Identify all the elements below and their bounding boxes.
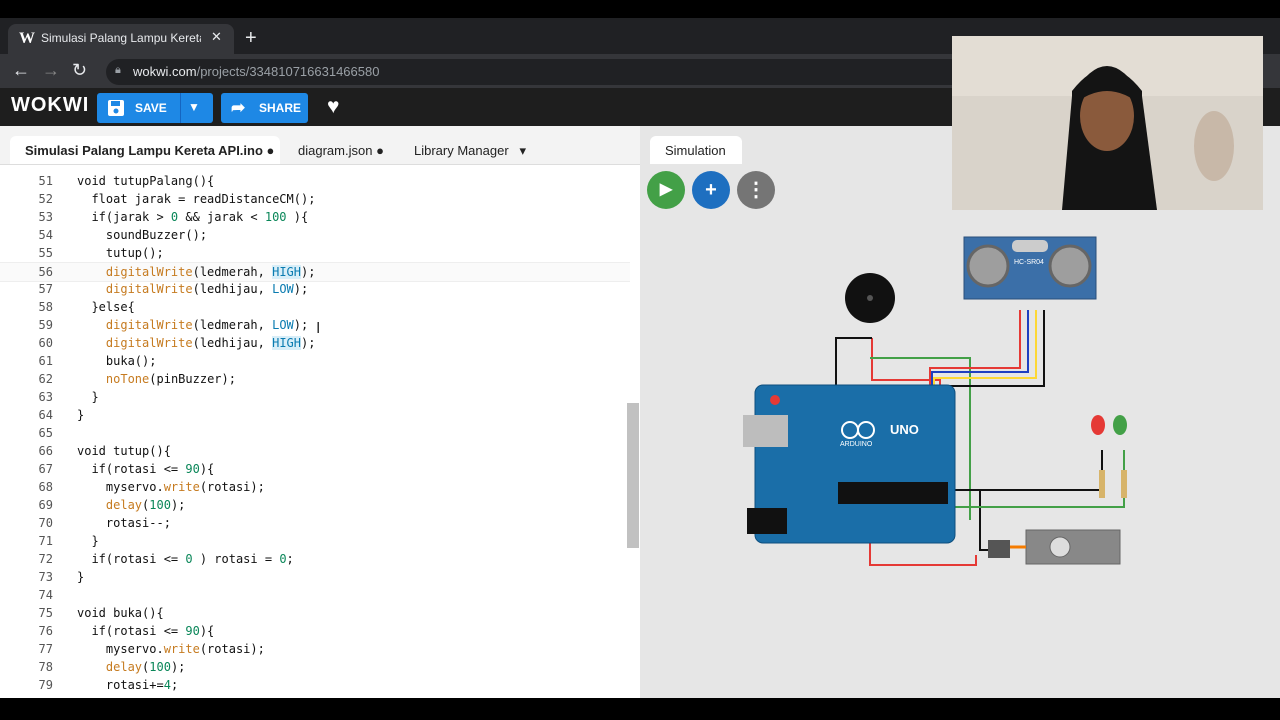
share-label: SHARE bbox=[259, 101, 302, 115]
add-part-button[interactable]: + bbox=[692, 171, 730, 209]
sensor-label: HC-SR04 bbox=[1014, 259, 1044, 266]
floppy-disk-icon bbox=[108, 100, 124, 116]
board-label: UNO bbox=[890, 422, 919, 437]
code-line: 61 buka(); bbox=[38, 354, 157, 368]
back-arrow-icon[interactable]: ← bbox=[12, 60, 30, 81]
board-brand: ARDUINO bbox=[840, 441, 873, 448]
code-line: 75 void buka(){ bbox=[38, 606, 164, 620]
ultrasonic-sensor[interactable]: HC-SR04 bbox=[963, 236, 1097, 300]
code-line: 66 void tutup(){ bbox=[38, 444, 171, 458]
code-line: 55 tutup(); bbox=[38, 246, 164, 260]
play-button[interactable]: ▶ bbox=[647, 171, 685, 209]
tab-library-manager[interactable]: Library Manager ▾ bbox=[414, 143, 526, 159]
code-line: 76 if(rotasi <= 90){ bbox=[38, 624, 215, 638]
tab-ino-label: Simulasi Palang Lampu Kereta API.ino ● bbox=[25, 143, 275, 158]
url-text: wokwi.com/projects/334810716631466580 bbox=[133, 64, 380, 79]
code-line: 64} bbox=[38, 408, 85, 422]
tab-diagram-json[interactable]: diagram.json ● bbox=[298, 143, 384, 158]
code-line: 68 myservo.write(rotasi); bbox=[38, 480, 265, 494]
heart-icon[interactable]: ♥ bbox=[327, 95, 339, 119]
webcam-overlay bbox=[952, 36, 1263, 210]
arduino-uno-board[interactable]: UNO ARDUINO bbox=[743, 384, 956, 544]
presenter-video bbox=[952, 36, 1263, 210]
code-line: 57 digitalWrite(ledhijau, LOW); bbox=[38, 282, 309, 296]
code-line: 70 rotasi--; bbox=[38, 516, 171, 530]
code-line: 69 delay(100); bbox=[38, 498, 186, 512]
new-tab-icon[interactable]: + bbox=[245, 27, 257, 50]
close-tab-icon[interactable]: ✕ bbox=[211, 29, 222, 45]
browser-tab-title: Simulasi Palang Lampu Kereta API bbox=[41, 31, 201, 45]
share-arrow-icon: ➦ bbox=[231, 98, 246, 117]
wokwi-logo[interactable]: WOKWI bbox=[11, 94, 89, 117]
code-line: 63 } bbox=[38, 390, 99, 404]
code-line: 71 } bbox=[38, 534, 99, 548]
wokwi-favicon-icon: W bbox=[19, 30, 35, 47]
servo-motor[interactable] bbox=[988, 529, 1121, 565]
lock-icon: 🔒︎ bbox=[115, 64, 121, 76]
code-line: 79 rotasi+=4; bbox=[38, 678, 179, 692]
circuit-diagram[interactable]: HC-SR04 UNO ARDUINO bbox=[640, 220, 1160, 590]
code-line: 51 void tutupPalang(){ bbox=[38, 174, 215, 188]
simulation-tab-label: Simulation bbox=[665, 143, 726, 158]
code-line: 53 if(jarak > 0 && jarak < 100 ){ bbox=[38, 210, 309, 224]
code-line: 60 digitalWrite(ledhijau, HIGH); bbox=[38, 336, 316, 350]
buzzer[interactable] bbox=[845, 273, 895, 323]
code-line: 67 if(rotasi <= 90){ bbox=[38, 462, 215, 476]
letterbox-bar bbox=[0, 698, 1280, 720]
code-line: 52 float jarak = readDistanceCM(); bbox=[38, 192, 316, 206]
code-line: 62 noTone(pinBuzzer); bbox=[38, 372, 236, 386]
code-line: 73} bbox=[38, 570, 85, 584]
save-label: SAVE bbox=[135, 101, 167, 115]
forward-arrow-icon[interactable]: → bbox=[42, 60, 60, 81]
code-line: 72 if(rotasi <= 0 ) rotasi = 0; bbox=[38, 552, 294, 566]
code-line: 78 delay(100); bbox=[38, 660, 186, 674]
code-line: 58 }else{ bbox=[38, 300, 135, 314]
text-cursor-icon: I bbox=[316, 320, 321, 337]
more-options-button[interactable]: ⋮ bbox=[737, 171, 775, 209]
code-line-current: 56 digitalWrite(ledmerah, HIGH); bbox=[0, 262, 630, 282]
code-line: 77 myservo.write(rotasi); bbox=[38, 642, 265, 656]
save-dropdown-chevron-icon[interactable]: ▼ bbox=[188, 100, 200, 114]
reload-icon[interactable]: ↻ bbox=[72, 60, 87, 81]
code-line: 74 bbox=[38, 588, 53, 602]
code-line: 59 digitalWrite(ledmerah, LOW); bbox=[38, 318, 309, 332]
editor-scrollbar[interactable] bbox=[627, 403, 639, 548]
divider bbox=[180, 93, 181, 123]
code-line: 65 bbox=[38, 426, 53, 440]
code-line: 54 soundBuzzer(); bbox=[38, 228, 208, 242]
